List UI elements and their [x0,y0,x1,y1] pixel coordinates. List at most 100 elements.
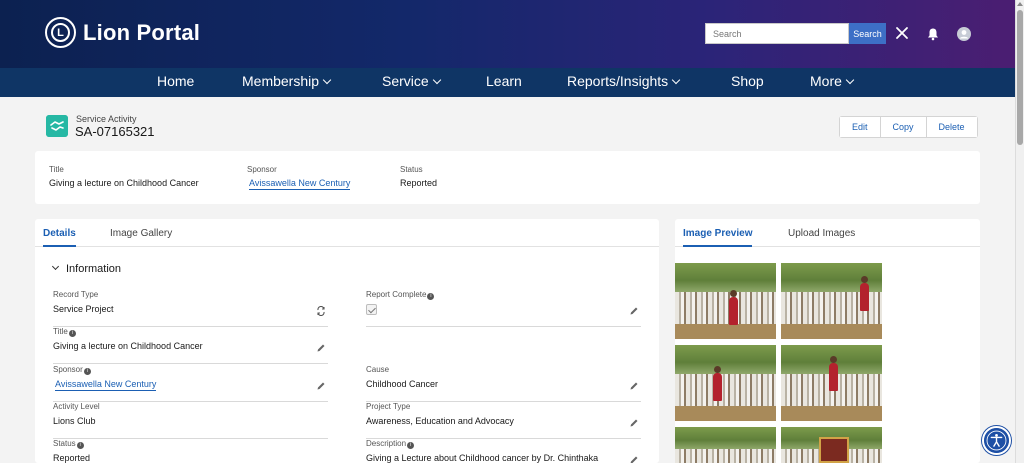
sponsor-link[interactable]: Avissawella New Century [55,379,157,391]
search-input[interactable] [705,23,849,44]
report-complete-label-text: Report Complete [366,290,427,299]
photo-speaker [729,290,738,325]
highlight-sponsor-link-text[interactable]: Avissawella New Century [249,178,351,190]
nav-more-label: More [810,73,842,89]
title-label: Title i [53,327,76,337]
accessibility-icon[interactable] [982,426,1011,455]
info-icon[interactable]: i [76,442,84,449]
edit-project-type-pencil-icon[interactable] [629,418,639,428]
image-tabs: Image Preview Upload Images [675,219,980,247]
photo-speaker [829,356,838,391]
photo-trees [675,427,776,449]
record-header: Service Activity SA-07165321 Edit Copy D… [35,105,980,148]
tab-details[interactable]: Details [43,228,76,247]
lions-logo-letter: L [51,23,70,42]
report-complete-checkbox[interactable] [366,304,377,315]
change-record-type-icon[interactable] [316,306,326,316]
field-project-type: Project Type Awareness, Education and Ad… [366,402,641,439]
info-icon[interactable]: i [427,293,435,300]
service-activity-icon [46,115,68,137]
record-type-value: Service Project [53,304,114,314]
scroll-thumb[interactable] [1017,10,1023,145]
close-icon[interactable] [893,24,911,42]
edit-cause-pencil-icon[interactable] [629,381,639,391]
tab-upload-images[interactable]: Upload Images [788,228,855,245]
nav-shop[interactable]: Shop [731,73,764,89]
tab-image-preview[interactable]: Image Preview [683,228,753,247]
highlight-sponsor-link[interactable]: Avissawella New Century [249,178,351,190]
info-icon[interactable]: i [407,442,415,449]
nav-service[interactable]: Service [382,73,441,89]
page-scrollbar[interactable] [1015,0,1024,463]
brand-title[interactable]: Lion Portal [83,20,200,46]
field-cause: Cause Childhood Cancer [366,365,641,402]
nav-learn[interactable]: Learn [486,73,522,89]
nav-shop-label: Shop [731,73,764,89]
cause-value: Childhood Cancer [366,379,439,389]
description-value: Giving a Lecture about Childhood cancer … [366,453,599,463]
description-label-text: Description [366,439,407,448]
info-icon[interactable]: i [83,368,91,375]
title-value: Giving a lecture on Childhood Cancer [53,341,203,351]
photo-trees [675,263,776,292]
top-header: L Lion Portal Search [0,0,1015,68]
edit-title-pencil-icon[interactable] [316,343,326,353]
photo-ground [781,405,882,421]
tab-image-gallery[interactable]: Image Gallery [110,228,172,245]
status-label-text: Status [53,439,76,448]
report-complete-label: Report Complete i [366,290,435,300]
info-icon[interactable]: i [68,330,76,337]
nav-membership[interactable]: Membership [242,73,332,89]
record-type-label: Record Type [53,290,99,299]
highlight-status-value: Reported [400,178,438,188]
copy-button[interactable]: Copy [879,117,926,137]
photo-crowd [675,291,776,324]
search-button[interactable]: Search [849,23,886,44]
information-section-toggle[interactable]: Information [51,262,122,275]
main-navigation: Home Membership Service Learn Reports/In… [0,68,1015,97]
nav-more[interactable]: More [810,73,855,89]
delete-button[interactable]: Delete [925,117,977,137]
gallery-image[interactable] [675,345,776,421]
gallery-image[interactable] [675,263,776,339]
field-report-complete: Report Complete i [366,290,641,327]
photo-ground [675,323,776,339]
gallery-image[interactable] [781,427,882,463]
nav-reports-insights[interactable]: Reports/Insights [567,73,681,89]
edit-description-pencil-icon[interactable] [629,455,639,463]
lions-logo-icon[interactable]: L [45,17,76,48]
edit-button[interactable]: Edit [840,117,880,137]
photo-ground [781,323,882,339]
highlight-status-label: Status [400,165,423,174]
information-section-title: Information [66,263,122,275]
photo-speaker [860,276,869,311]
field-description: Description i Giving a Lecture about Chil… [366,439,641,463]
cause-label: Cause [366,365,390,374]
chevron-down-icon [671,75,681,85]
status-label: Status i [53,439,84,449]
gallery-image[interactable] [675,427,776,463]
highlight-title-label: Title [49,165,64,174]
activity-level-value: Lions Club [53,416,96,426]
nav-membership-label: Membership [242,73,320,89]
field-status: Status i Reported [53,439,328,463]
highlight-sponsor-label: Sponsor [247,165,277,174]
project-type-label: Project Type [366,402,411,411]
nav-home[interactable]: Home [157,73,194,89]
image-panel: Image Preview Upload Images [675,219,980,463]
details-panel: Details Image Gallery Information Record… [35,219,659,463]
field-activity-level: Activity Level Lions Club [53,402,328,439]
gallery-image[interactable] [781,263,882,339]
edit-sponsor-pencil-icon[interactable] [316,381,326,391]
record-highlights: Title Giving a lecture on Childhood Canc… [35,151,980,204]
gallery-image[interactable] [781,345,882,421]
description-label: Description i [366,439,415,449]
field-record-type: Record Type Service Project [53,290,328,327]
edit-report-complete-pencil-icon[interactable] [629,306,639,316]
record-id: SA-07165321 [75,124,155,139]
sponsor-link-text[interactable]: Avissawella New Century [55,379,157,391]
user-avatar-icon[interactable] [957,27,971,41]
scroll-up-arrow-icon[interactable] [1017,2,1023,6]
chevron-down-icon [845,75,855,85]
bell-icon[interactable] [926,27,940,41]
